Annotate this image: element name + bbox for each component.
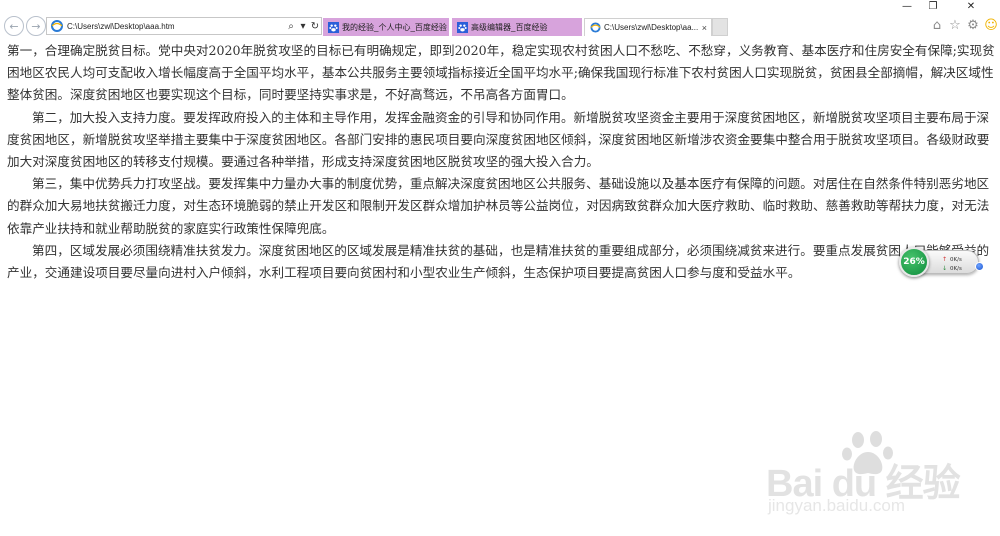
download-speed: 0K/s xyxy=(950,266,962,272)
new-tab-button[interactable] xyxy=(712,18,728,36)
smiley-feedback-icon[interactable]: ☺ xyxy=(984,19,998,33)
address-bar[interactable]: C:\Users\zwl\Desktop\aaa.htm ⌕ ▾ ↻ xyxy=(46,17,322,35)
watermark-url: jingyan.baidu.com xyxy=(768,496,906,515)
restore-icon[interactable]: ❐ xyxy=(920,0,946,14)
accelerate-icon[interactable] xyxy=(975,262,984,271)
upload-arrow-icon: ↑ xyxy=(942,256,948,263)
search-icon[interactable]: ⌕ xyxy=(285,21,297,32)
tab-label: 高级编辑器_百度经验 xyxy=(471,22,548,32)
baidu-paw-icon xyxy=(456,21,468,33)
minimize-icon[interactable]: — xyxy=(894,0,920,14)
forward-arrow-icon[interactable]: → xyxy=(26,16,46,36)
close-icon[interactable]: ✕ xyxy=(946,0,996,14)
address-input[interactable]: C:\Users\zwl\Desktop\aaa.htm xyxy=(67,22,285,31)
paragraph-3: 第三，集中优势兵力打攻坚战。要发挥集中力量办大事的制度优势，重点解决深度贫困地区… xyxy=(7,176,990,236)
paragraph-2: 第二，加大投入支持力度。要发挥政府投入的主体和主导作用，发挥金融资金的引导和协同… xyxy=(7,109,990,170)
tab-my-experience[interactable]: 我的经验_个人中心_百度经验 xyxy=(323,18,449,36)
memory-percent-badge[interactable]: 26% xyxy=(899,247,929,277)
page-content: 第一，合理确定脱贫目标。党中央对2020年脱贫攻坚的目标已有明确规定，即到202… xyxy=(7,40,995,284)
home-icon[interactable]: ⌂ xyxy=(930,19,944,33)
navigation-bar: ← → C:\Users\zwl\Desktop\aaa.htm ⌕ ▾ ↻ 我… xyxy=(0,14,1000,38)
chevron-down-icon[interactable]: ▾ xyxy=(297,21,309,32)
ie-page-icon xyxy=(50,19,64,33)
refresh-icon[interactable]: ↻ xyxy=(309,21,321,32)
ie-page-icon xyxy=(589,22,601,34)
network-speed-widget[interactable]: ↑ 0K/s ↓ 0K/s 26% xyxy=(899,247,984,277)
download-arrow-icon: ↓ xyxy=(942,265,948,272)
favorites-star-icon[interactable]: ☆ xyxy=(948,19,962,33)
paragraph-4: 第四，区域发展必须围绕精准扶贫发力。深度贫困地区的区域发展是精准扶贫的基础，也是… xyxy=(7,242,990,281)
tab-label: 我的经验_个人中心_百度经验 xyxy=(342,22,447,32)
tab-label: C:\Users\zwl\Desktop\aa... xyxy=(604,23,699,32)
tab-close-icon[interactable]: × xyxy=(702,23,707,33)
gear-icon[interactable]: ⚙ xyxy=(966,19,980,33)
back-arrow-icon[interactable]: ← xyxy=(4,16,24,36)
baidu-paw-icon xyxy=(327,21,339,33)
tab-local-file[interactable]: C:\Users\zwl\Desktop\aa... × xyxy=(584,18,712,36)
upload-speed: 0K/s xyxy=(950,257,962,263)
title-bar: — ❐ ✕ xyxy=(0,0,1000,14)
baidu-watermark: Bai du 经验 jingyan.baidu.com xyxy=(760,430,992,520)
tab-advanced-editor[interactable]: 高级编辑器_百度经验 xyxy=(452,18,582,36)
paragraph-1: 第一，合理确定脱贫目标。党中央对2020年脱贫攻坚的目标已有明确规定，即到202… xyxy=(7,43,995,103)
